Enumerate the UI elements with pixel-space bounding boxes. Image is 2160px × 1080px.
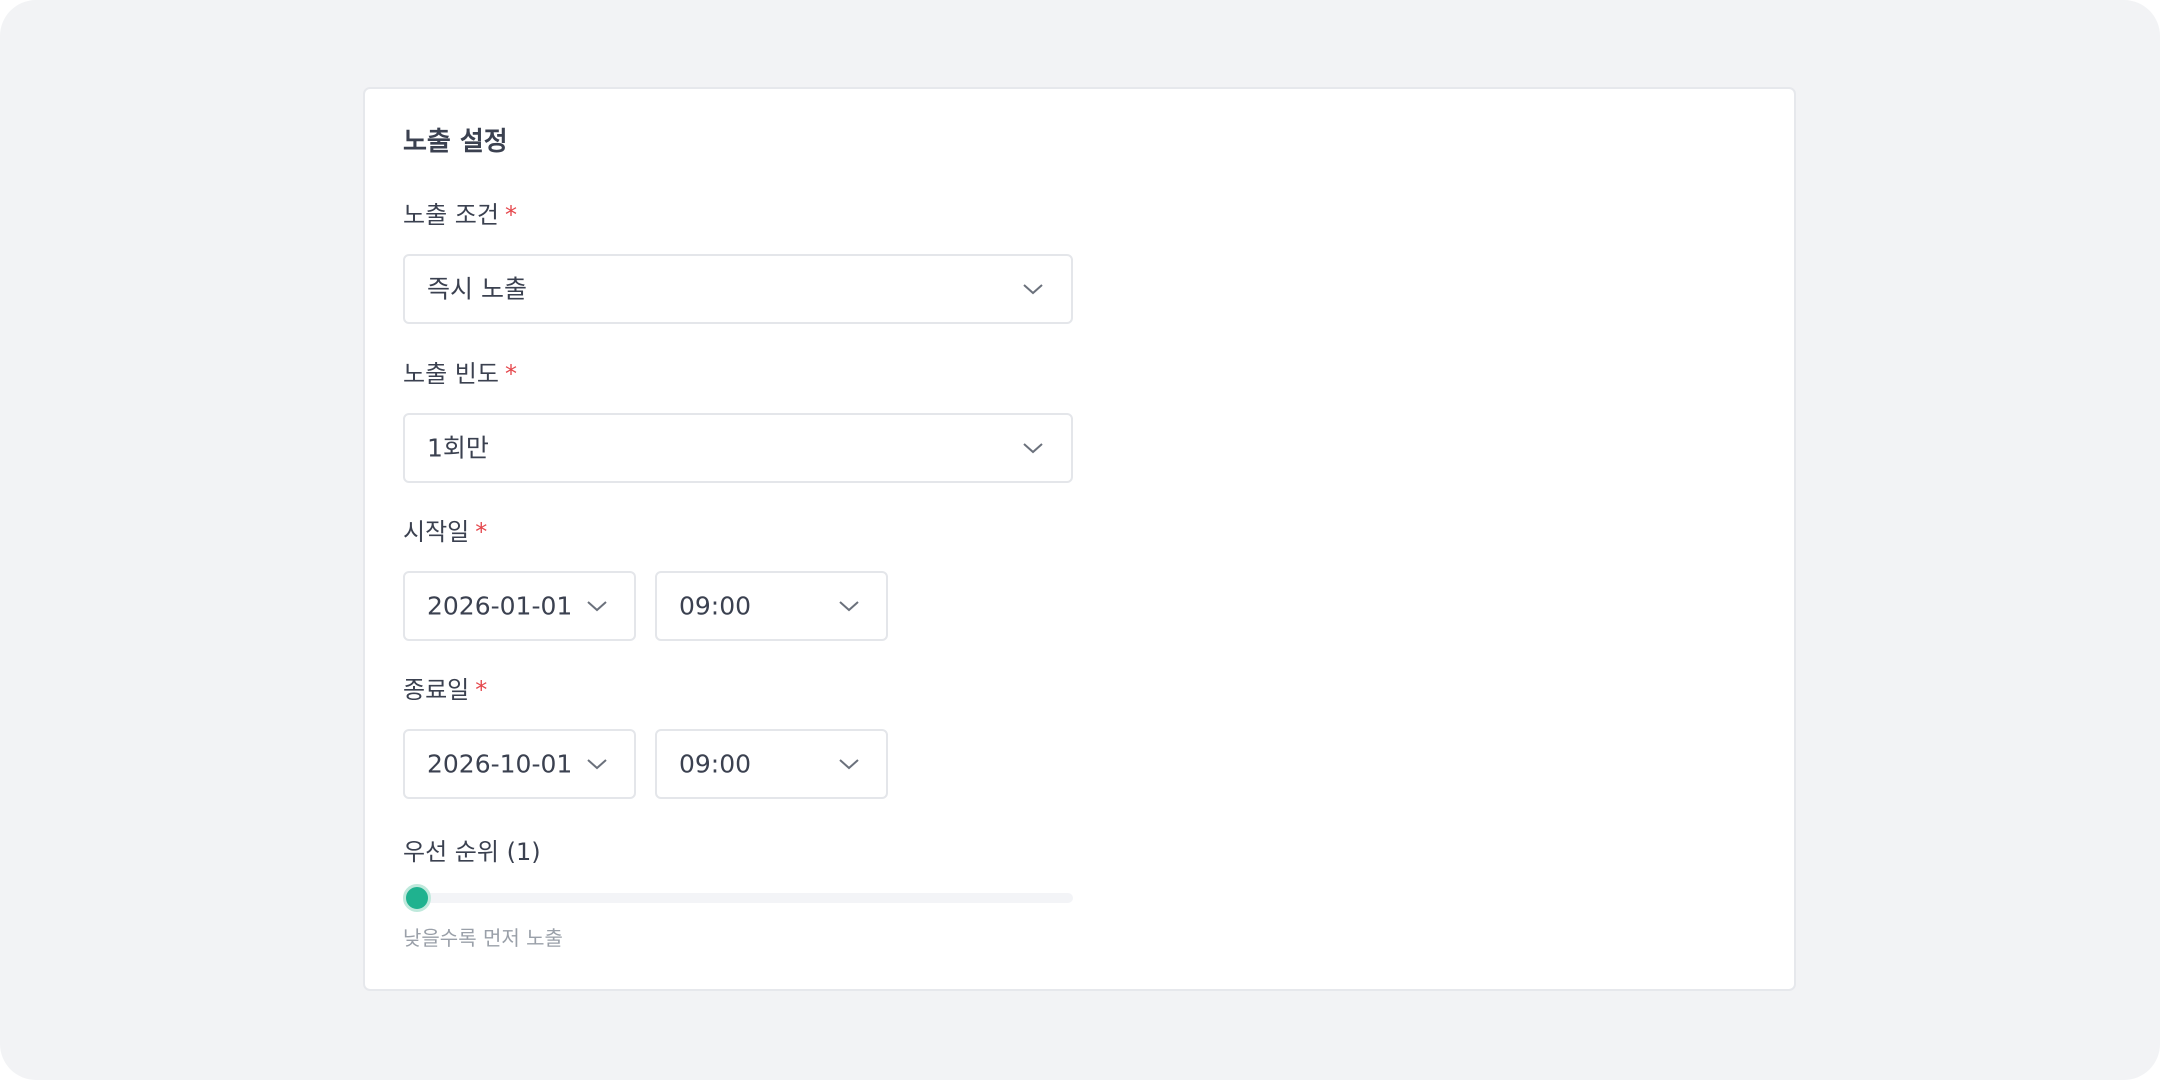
end-date-value: 2026-10-01	[427, 749, 573, 779]
chevron-down-icon	[587, 601, 607, 612]
start-date-select[interactable]: 2026-01-01	[403, 571, 636, 641]
required-mark: *	[475, 676, 488, 704]
condition-label-text: 노출 조건	[403, 201, 499, 229]
condition-select-value: 즉시 노출	[427, 274, 527, 304]
chevron-down-icon	[1023, 284, 1043, 295]
priority-slider-thumb[interactable]	[403, 884, 431, 912]
chevron-down-icon	[839, 759, 859, 770]
end-date-label-text: 종료일	[403, 676, 470, 704]
required-mark: *	[504, 360, 517, 388]
exposure-settings-card: 노출 설정 노출 조건 * 즉시 노출 노출 빈도 * 1회만 시작일 * 2026-…	[363, 87, 1796, 991]
frequency-select-value: 1회만	[427, 433, 489, 463]
start-date-label: 시작일 *	[403, 520, 487, 544]
chevron-down-icon	[587, 759, 607, 770]
condition-label: 노출 조건 *	[403, 203, 517, 227]
required-mark: *	[475, 518, 488, 546]
condition-select[interactable]: 즉시 노출	[403, 254, 1073, 324]
start-time-value: 09:00	[679, 591, 752, 621]
start-date-label-text: 시작일	[403, 518, 470, 546]
app-background: 노출 설정 노출 조건 * 즉시 노출 노출 빈도 * 1회만 시작일 * 2026-…	[0, 0, 2160, 1080]
start-date-value: 2026-01-01	[427, 591, 573, 621]
chevron-down-icon	[839, 601, 859, 612]
frequency-select[interactable]: 1회만	[403, 413, 1073, 483]
end-date-label: 종료일 *	[403, 678, 487, 702]
priority-slider-track[interactable]	[403, 893, 1073, 903]
section-title: 노출 설정	[403, 127, 508, 157]
priority-hint: 낮을수록 먼저 노출	[403, 926, 563, 950]
required-mark: *	[504, 201, 517, 229]
priority-label: 우선 순위 (1)	[403, 838, 541, 866]
start-time-select[interactable]: 09:00	[655, 571, 888, 641]
end-time-select[interactable]: 09:00	[655, 729, 888, 799]
end-date-select[interactable]: 2026-10-01	[403, 729, 636, 799]
frequency-label-text: 노출 빈도	[403, 360, 499, 388]
end-time-value: 09:00	[679, 749, 752, 779]
frequency-label: 노출 빈도 *	[403, 362, 517, 386]
chevron-down-icon	[1023, 443, 1043, 454]
